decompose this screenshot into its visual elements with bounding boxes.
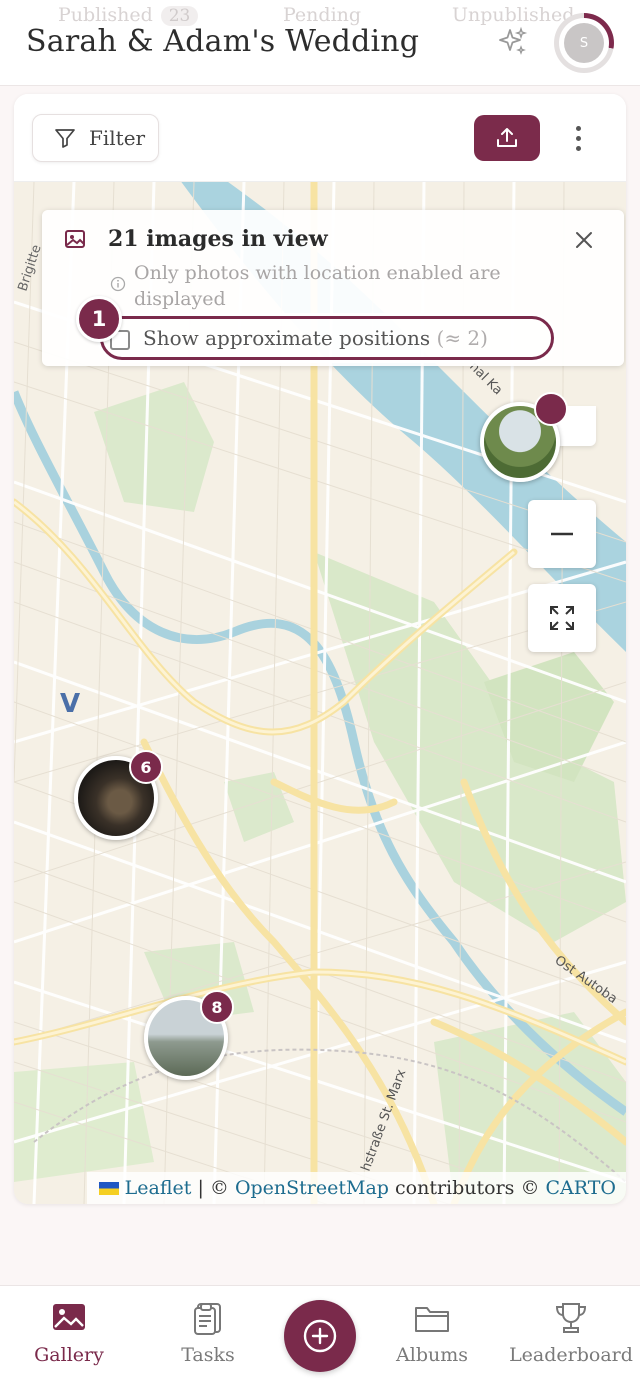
carto-link[interactable]: CARTO xyxy=(546,1177,616,1199)
nav-tasks[interactable]: Tasks xyxy=(143,1298,273,1366)
leaflet-link[interactable]: Leaflet xyxy=(125,1177,192,1199)
nav-leaderboard-label: Leaderboard xyxy=(509,1344,633,1366)
plus-circle-icon xyxy=(303,1319,337,1353)
image-icon xyxy=(65,230,85,248)
close-icon[interactable] xyxy=(572,228,596,252)
openstreetmap-link[interactable]: OpenStreetMap xyxy=(235,1177,389,1199)
approximate-positions-toggle[interactable]: Show approximate positions (≈ 2) xyxy=(100,316,554,360)
clipboard-icon xyxy=(194,1303,221,1335)
photo-map[interactable]: Brigitte nal Ka hstraße St. Marx Ost Aut… xyxy=(14,182,626,1204)
approximate-positions-label: Show approximate positions (≈ 2) xyxy=(143,326,488,350)
map-info-panel: 21 images in view Only photos with locat… xyxy=(42,210,624,366)
tab-published-count: 23 xyxy=(160,6,199,26)
approximate-positions-text: Show approximate positions xyxy=(143,326,431,350)
cluster-count-1: 6 xyxy=(129,750,163,784)
ukraine-flag-icon xyxy=(98,1181,119,1195)
more-dot xyxy=(575,125,581,131)
attribution-separator: | © xyxy=(191,1177,235,1199)
sparkle-icon[interactable] xyxy=(496,26,528,58)
cluster-count-2: 8 xyxy=(200,990,234,1024)
fullscreen-icon xyxy=(550,606,574,630)
avatar-initial: S xyxy=(564,23,604,63)
tutorial-step-badge: 1 xyxy=(76,296,122,342)
district-label: V xyxy=(60,689,80,719)
nav-leaderboard[interactable]: Leaderboard xyxy=(506,1298,636,1366)
app-header: Published 23 Pending Unpublished Sarah & … xyxy=(0,0,640,86)
tab-pending-label: Pending xyxy=(283,4,362,26)
nav-gallery-label: Gallery xyxy=(34,1344,104,1366)
tab-published-label: Published xyxy=(58,4,153,26)
tab-unpublished-label: Unpublished xyxy=(452,4,575,26)
cluster-count-3 xyxy=(534,392,568,426)
approximate-positions-count: (≈ 2) xyxy=(436,326,488,350)
minus-icon xyxy=(551,532,573,536)
info-icon xyxy=(110,276,126,292)
map-attribution: Leaflet | © OpenStreetMap contributors ©… xyxy=(86,1172,626,1204)
location-hint: Only photos with location enabled are di… xyxy=(134,262,501,310)
toolbar: Filter xyxy=(14,94,626,182)
filter-label: Filter xyxy=(89,126,146,150)
nav-albums-label: Albums xyxy=(396,1344,468,1366)
fullscreen-button[interactable] xyxy=(528,584,596,652)
filter-icon xyxy=(55,129,75,148)
more-vertical-icon[interactable] xyxy=(566,120,590,156)
upload-icon xyxy=(497,128,517,147)
nav-gallery[interactable]: Gallery xyxy=(4,1298,134,1366)
nav-tasks-label: Tasks xyxy=(181,1344,235,1366)
bottom-nav: Gallery Tasks Albums Leaderboard xyxy=(0,1285,640,1385)
tab-unpublished[interactable]: Unpublished xyxy=(452,4,574,26)
images-in-view-title: 21 images in view xyxy=(108,226,328,252)
image-icon xyxy=(53,1304,85,1330)
more-dot xyxy=(575,135,581,141)
page-title: Sarah & Adam's Wedding xyxy=(26,24,420,59)
gallery-card: Filter Brigitte nal Ka hstraße St. Marx … xyxy=(14,94,626,1204)
filter-button[interactable]: Filter xyxy=(32,114,159,162)
upload-button[interactable] xyxy=(474,115,540,161)
add-photo-button[interactable] xyxy=(284,1300,356,1372)
trophy-icon xyxy=(555,1303,587,1333)
folder-icon xyxy=(415,1307,449,1332)
attribution-contributors: contributors © xyxy=(388,1177,546,1199)
avatar[interactable]: S xyxy=(554,13,614,73)
avatar-frame: S xyxy=(559,18,609,68)
nav-albums[interactable]: Albums xyxy=(367,1298,497,1366)
tab-published[interactable]: Published 23 xyxy=(58,4,199,26)
zoom-out-button[interactable] xyxy=(528,500,596,568)
tab-pending[interactable]: Pending xyxy=(283,4,361,26)
more-dot xyxy=(575,145,581,151)
